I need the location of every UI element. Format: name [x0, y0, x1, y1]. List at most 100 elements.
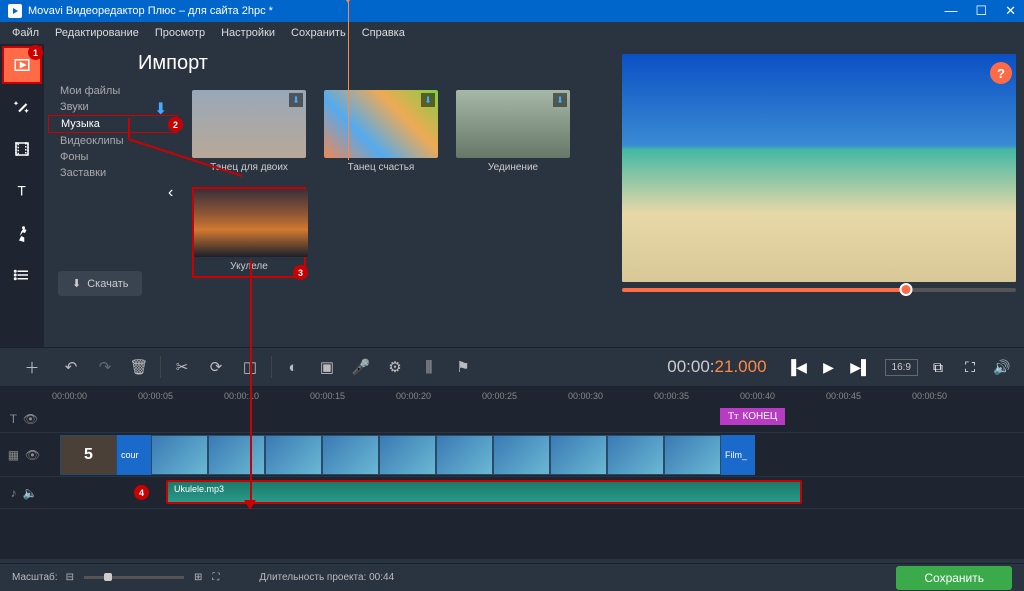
category-backgrounds[interactable]: Фоны [48, 149, 178, 165]
download-button[interactable]: ⬇ Скачать [58, 271, 142, 296]
audio-track-icon: ♪ [11, 486, 17, 500]
export-frame-button[interactable]: ⧉ [926, 355, 950, 379]
video-clip[interactable] [493, 435, 550, 475]
menu-edit[interactable]: Редактирование [55, 27, 139, 39]
video-clip[interactable] [151, 435, 208, 475]
rotate-button[interactable]: ⟳ [203, 354, 229, 380]
video-clip[interactable] [265, 435, 322, 475]
annotation-badge-3: 3 [293, 265, 308, 280]
end-title-clip[interactable]: TᴛКОНЕЦ [720, 408, 785, 425]
tick: 00:00:45 [826, 391, 861, 401]
preview-progress[interactable] [622, 288, 1016, 292]
maximize-button[interactable]: ☐ [975, 3, 987, 19]
gallery-item[interactable]: ⬇ Уединение [456, 90, 570, 173]
category-videoclips[interactable]: Видеоклипы [48, 133, 178, 149]
close-button[interactable]: ✕ [1005, 3, 1016, 19]
tick: 00:00:35 [654, 391, 689, 401]
film-icon [13, 140, 31, 158]
tick: 00:00:50 [912, 391, 947, 401]
minimize-button[interactable]: — [944, 3, 957, 19]
titles-tab-button[interactable]: T [2, 172, 42, 210]
cut-button[interactable]: ✂ [169, 354, 195, 380]
tick: 00:00:10 [224, 391, 259, 401]
video-clip[interactable]: 5 [60, 435, 117, 475]
visibility-icon[interactable]: 👁 [25, 448, 40, 462]
aspect-ratio-button[interactable]: 16:9 [885, 359, 918, 376]
duration-label: Длительность проекта: 00:44 [259, 572, 394, 583]
thumb-label: Танец счастья [324, 162, 438, 173]
video-clip[interactable] [379, 435, 436, 475]
mute-icon[interactable]: 🔈 [23, 486, 38, 500]
zoom-in-button[interactable]: ⊞ [194, 572, 202, 583]
next-frame-button[interactable]: ▶▌ [849, 355, 873, 379]
preview-panel: ? [614, 44, 1024, 347]
video-clip-label[interactable]: cour [117, 435, 151, 475]
menu-view[interactable]: Просмотр [155, 27, 205, 39]
video-clip[interactable] [208, 435, 265, 475]
gallery-item-selected[interactable]: Укулеле 3 [192, 187, 306, 278]
mic-button[interactable]: 🎤 [348, 354, 374, 380]
category-myfiles[interactable]: Мои файлы [48, 83, 178, 99]
undo-button[interactable]: ↶ [58, 354, 84, 380]
video-clip[interactable] [607, 435, 664, 475]
zoom-out-button[interactable]: ⊟ [66, 572, 74, 583]
panel-title: Импорт [138, 52, 178, 75]
annotation-arrow [128, 118, 130, 138]
delete-button[interactable]: 🗑 [126, 354, 152, 380]
marker-button[interactable]: ⚑ [450, 354, 476, 380]
audio-track[interactable]: ♪🔈 4 Ukulele.mp3 [0, 477, 1024, 509]
audio-clip[interactable]: Ukulele.mp3 [166, 480, 802, 504]
category-download-icon[interactable]: ⬇ [154, 99, 167, 119]
fit-button[interactable]: ⛶ [212, 572, 219, 583]
thumb-download-icon[interactable]: ⬇ [289, 93, 303, 107]
toolbar: ＋ ↶ ↷ 🗑 ✂ ⟳ ◫ ◐ ▣ 🎤 ⚙ ⫼ ⚑ 00:00:21.000 ▐… [0, 347, 1024, 387]
video-track[interactable]: ▦👁 5 cour Film_ [0, 433, 1024, 477]
transitions-tab-button[interactable] [2, 130, 42, 168]
playhead[interactable] [348, 0, 349, 160]
annotation-badge-2: 2 [168, 117, 183, 132]
import-tab-button[interactable]: 1 [2, 46, 42, 84]
prev-frame-button[interactable]: ▐◀ [785, 355, 809, 379]
video-clip-label[interactable]: Film_ [721, 435, 755, 475]
gear-button[interactable]: ⚙ [382, 354, 408, 380]
video-clip[interactable] [436, 435, 493, 475]
volume-button[interactable]: 🔊 [990, 355, 1014, 379]
video-clip[interactable] [322, 435, 379, 475]
save-button[interactable]: Сохранить [896, 566, 1012, 590]
visibility-icon[interactable]: 👁 [23, 412, 38, 426]
help-button[interactable]: ? [990, 62, 1012, 84]
video-clip[interactable] [664, 435, 721, 475]
time-ruler[interactable]: 00:00:00 00:00:05 00:00:10 00:00:15 00:0… [0, 387, 1024, 405]
download-icon: ⬇ [72, 277, 81, 290]
thumb-download-icon[interactable]: ⬇ [553, 93, 567, 107]
title-track[interactable]: T👁 TᴛКОНЕЦ [0, 405, 1024, 433]
fullscreen-button[interactable]: ⛶ [958, 355, 982, 379]
gallery-item[interactable]: ⬇ Танец для двоих [192, 90, 306, 173]
equalizer-button[interactable]: ⫼ [416, 354, 442, 380]
more-tab-button[interactable] [2, 256, 42, 294]
menu-bar: Файл Редактирование Просмотр Настройки С… [0, 22, 1024, 44]
menu-help[interactable]: Справка [362, 27, 405, 39]
zoom-slider[interactable] [84, 576, 184, 579]
stickers-tab-button[interactable] [2, 214, 42, 252]
menu-save[interactable]: Сохранить [291, 27, 346, 39]
status-bar: Масштаб: ⊟ ⊞ ⛶ Длительность проекта: 00:… [0, 563, 1024, 591]
gallery-prev-button[interactable]: ‹ [168, 184, 173, 202]
menu-settings[interactable]: Настройки [221, 27, 275, 39]
preview-video[interactable] [622, 54, 1016, 282]
category-intros[interactable]: Заставки [48, 165, 178, 181]
window-title: Movavi Видеоредактор Плюс – для сайта 2h… [28, 5, 273, 17]
progress-knob[interactable] [899, 283, 912, 296]
add-track-button[interactable]: ＋ [19, 354, 45, 380]
thumb-download-icon[interactable]: ⬇ [421, 93, 435, 107]
video-clip[interactable] [550, 435, 607, 475]
tick: 00:00:40 [740, 391, 775, 401]
gallery-item[interactable]: ⬇ Танец счастья [324, 90, 438, 173]
color-button[interactable]: ◐ [280, 354, 306, 380]
filters-tab-button[interactable] [2, 88, 42, 126]
image-button[interactable]: ▣ [314, 354, 340, 380]
play-button[interactable]: ▶ [817, 355, 841, 379]
menu-file[interactable]: Файл [12, 27, 39, 39]
tool-sidebar: 1 T [0, 44, 44, 347]
redo-button[interactable]: ↷ [92, 354, 118, 380]
